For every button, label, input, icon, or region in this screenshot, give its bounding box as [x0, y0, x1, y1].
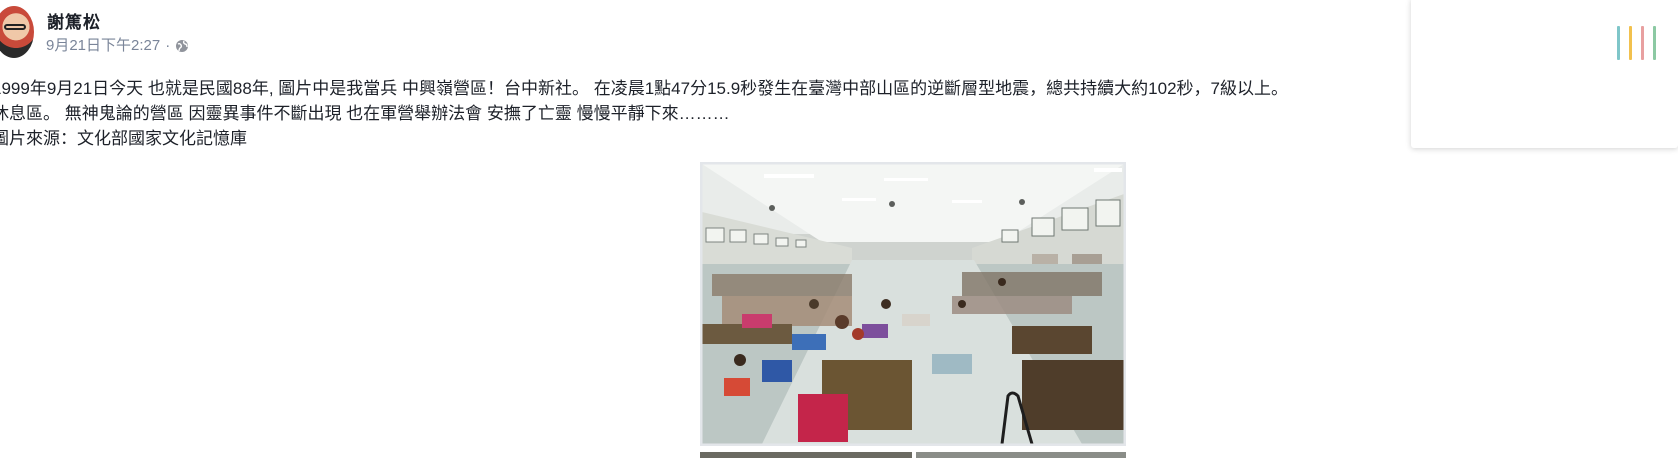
loading-indicator: [1617, 26, 1656, 60]
loading-bar: [1629, 26, 1632, 60]
post-photo-thumbnail[interactable]: [700, 452, 912, 458]
loading-bar: [1641, 26, 1644, 60]
post-text-line: 圖片來源：文化部國家文化記憶庫: [0, 129, 247, 148]
post-header: 謝篤松 9月21日下午2:27 ·: [0, 0, 400, 60]
barracks-hall-photo: [702, 164, 1124, 444]
meta-separator: ·: [165, 37, 171, 54]
author-name[interactable]: 謝篤松: [47, 12, 101, 34]
post-photo[interactable]: [700, 162, 1126, 446]
avatar-glasses: [4, 24, 26, 30]
post-text-line: 休息區。 無神鬼論的營區 因靈異事件不斷出現 也在軍營舉辦法會 安撫了亡靈 慢慢…: [0, 104, 730, 123]
side-panel: [1411, 0, 1678, 148]
post-text: 1999年9月21日今天 也就是民國88年, 圖片中是我當兵 中興嶺營區！台中新…: [0, 76, 1412, 151]
post-timestamp[interactable]: 9月21日下午2:27: [46, 37, 160, 55]
post-meta: 9月21日下午2:27 ·: [46, 37, 189, 55]
post-text-line: 1999年9月21日今天 也就是民國88年, 圖片中是我當兵 中興嶺營區！台中新…: [0, 79, 1288, 98]
loading-bar: [1617, 26, 1620, 60]
loading-bar: [1653, 26, 1656, 60]
post-photo-thumbnail[interactable]: [916, 452, 1126, 458]
globe-icon[interactable]: [175, 39, 189, 53]
avatar[interactable]: [0, 6, 34, 58]
